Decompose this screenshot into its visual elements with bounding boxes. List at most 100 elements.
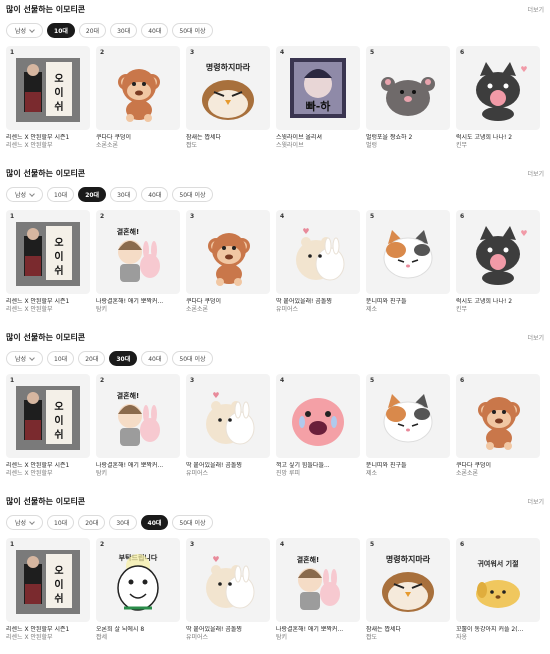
emoticon-name[interactable]: 딱 붙어있을래! 곰돌찡 bbox=[186, 626, 270, 634]
emoticon-name[interactable]: 딱 붙어있을래! 곰돌찡 bbox=[186, 462, 270, 470]
emoticon-name[interactable]: 뚠니띠와 친구들 bbox=[366, 462, 450, 470]
age-filter-chip[interactable]: 10대 bbox=[47, 515, 75, 530]
emoticon-name[interactable]: 리센느 X 안된할부 시즌1 bbox=[6, 298, 90, 306]
more-link[interactable]: 더보기 bbox=[527, 5, 544, 14]
emoticon-thumbnail[interactable]: 5 bbox=[366, 374, 450, 458]
emoticon-card[interactable]: 5 명령하지마라 참새는 짭세다 짭도 bbox=[366, 538, 450, 642]
emoticon-card[interactable]: 4 결혼해! 나랑결혼해! 애기 뽀짝커... 탐키 bbox=[276, 538, 360, 642]
emoticon-name[interactable]: 리센느 X 안된할부 시즌1 bbox=[6, 134, 90, 142]
gender-dropdown[interactable]: 남성 bbox=[6, 187, 44, 202]
emoticon-card[interactable]: 5 뚠니띠와 친구들 제소 bbox=[366, 210, 450, 314]
emoticon-name[interactable]: 럭시도 고냉희 나나! 2 bbox=[456, 134, 540, 142]
emoticon-thumbnail[interactable]: 2 결혼해! bbox=[96, 374, 180, 458]
more-link[interactable]: 더보기 bbox=[527, 333, 544, 342]
more-link[interactable]: 더보기 bbox=[527, 169, 544, 178]
emoticon-thumbnail[interactable]: 4 bbox=[276, 374, 360, 458]
emoticon-name[interactable]: 럭시도 고냉희 나나! 2 bbox=[456, 298, 540, 306]
emoticon-thumbnail[interactable]: 6 ♥ bbox=[456, 46, 540, 130]
emoticon-card[interactable]: 2 부탁드립니다 오론희 살 뇌에시 8 짭세 bbox=[96, 538, 180, 642]
age-filter-chip[interactable]: 30대 bbox=[109, 351, 138, 366]
emoticon-thumbnail[interactable]: 6 귀여워서 기절 bbox=[456, 538, 540, 622]
emoticon-card[interactable]: 1 오 이 쉬 리센느 X 안된할부 시즌1 리센느 X 안된할부 bbox=[6, 538, 90, 642]
emoticon-name[interactable]: 뚠니띠와 친구들 bbox=[366, 298, 450, 306]
emoticon-card[interactable]: 2 결혼해! 나랑결혼해! 애기 뽀짝커... 탐키 bbox=[96, 210, 180, 314]
emoticon-thumbnail[interactable]: 6 ♥ bbox=[456, 210, 540, 294]
age-filter-chip[interactable]: 30대 bbox=[109, 515, 137, 530]
age-filter-chip[interactable]: 10대 bbox=[47, 351, 75, 366]
emoticon-card[interactable]: 5 벌렁포을 짱쇼하 2 벌렁 bbox=[366, 46, 450, 150]
age-filter-chip[interactable]: 30대 bbox=[110, 187, 138, 202]
age-filter-chip[interactable]: 20대 bbox=[78, 187, 107, 202]
emoticon-name[interactable]: 참새는 짭세다 bbox=[186, 134, 270, 142]
emoticon-name[interactable]: 쿠다다 쿠덩이 bbox=[456, 462, 540, 470]
emoticon-name[interactable]: 참새는 짭세다 bbox=[366, 626, 450, 634]
emoticon-thumbnail[interactable]: 2 결혼해! bbox=[96, 210, 180, 294]
emoticon-card[interactable]: 6 ♥ 럭시도 고냉희 나나! 2 킨무 bbox=[456, 210, 540, 314]
emoticon-card[interactable]: 4 꺽고 싶기 힘들다들... 진망 루피 bbox=[276, 374, 360, 478]
emoticon-name[interactable]: 딱 붙어있을래! 곰돌찡 bbox=[276, 298, 360, 306]
age-filter-chip[interactable]: 40대 bbox=[141, 187, 169, 202]
emoticon-thumbnail[interactable]: 3 명령하지마라 bbox=[186, 46, 270, 130]
age-filter-chip[interactable]: 30대 bbox=[110, 23, 138, 38]
emoticon-name[interactable]: 오론희 살 뇌에시 8 bbox=[96, 626, 180, 634]
age-filter-chip[interactable]: 20대 bbox=[78, 351, 106, 366]
age-filter-chip[interactable]: 40대 bbox=[141, 351, 169, 366]
emoticon-card[interactable]: 1 오 이 쉬 리센느 X 안된할부 시즌1 리센느 X 안된할부 bbox=[6, 210, 90, 314]
emoticon-card[interactable]: 6 귀여워서 기절 꼬뿔이 동강아지 커플 2(... 자옹 bbox=[456, 538, 540, 642]
emoticon-card[interactable]: 6 ♥ 럭시도 고냉희 나나! 2 킨무 bbox=[456, 46, 540, 150]
emoticon-thumbnail[interactable]: 3 ♥ bbox=[186, 538, 270, 622]
emoticon-name[interactable]: 꺽고 싶기 힘들다들... bbox=[276, 462, 360, 470]
gender-dropdown[interactable]: 남성 bbox=[6, 23, 44, 38]
emoticon-name[interactable]: 리센느 X 안된할부 시즌1 bbox=[6, 462, 90, 470]
emoticon-name[interactable]: 나랑결혼해! 애기 뽀짝커... bbox=[96, 462, 180, 470]
emoticon-name[interactable]: 나랑결혼해! 애기 뽀짝커... bbox=[96, 298, 180, 306]
emoticon-name[interactable]: 꼬뿔이 동강아지 커플 2(... bbox=[456, 626, 540, 634]
emoticon-card[interactable]: 3 ♥ 딱 붙어있을래! 곰돌찡 유미어스 bbox=[186, 538, 270, 642]
emoticon-card[interactable]: 2 결혼해! 나랑결혼해! 애기 뽀짝커... 탐키 bbox=[96, 374, 180, 478]
emoticon-card[interactable]: 4 ♥ 딱 붙어있을래! 곰돌찡 유미어스 bbox=[276, 210, 360, 314]
age-filter-chip[interactable]: 50대 이상 bbox=[172, 351, 213, 366]
emoticon-card[interactable]: 4 빠-하 스윗라이브 올리셔 스윗라이브 bbox=[276, 46, 360, 150]
gender-dropdown[interactable]: 남성 bbox=[6, 351, 44, 366]
emoticon-thumbnail[interactable]: 2 bbox=[96, 46, 180, 130]
age-filter-chip[interactable]: 10대 bbox=[47, 187, 75, 202]
emoticon-name[interactable]: 쿠다다 쿠덩이 bbox=[186, 298, 270, 306]
emoticon-card[interactable]: 1 오 이 쉬 리센느 X 안된할부 시즌1 리센느 X 안된할부 bbox=[6, 374, 90, 478]
emoticon-thumbnail[interactable]: 1 오 이 쉬 bbox=[6, 46, 90, 130]
age-filter-chip[interactable]: 50대 이상 bbox=[172, 187, 213, 202]
age-filter-chip[interactable]: 40대 bbox=[141, 23, 169, 38]
age-filter-chip[interactable]: 50대 이상 bbox=[172, 23, 213, 38]
more-link[interactable]: 더보기 bbox=[527, 497, 544, 506]
emoticon-thumbnail[interactable]: 3 bbox=[186, 210, 270, 294]
emoticon-thumbnail[interactable]: 5 bbox=[366, 210, 450, 294]
emoticon-card[interactable]: 5 뚠니띠와 친구들 제소 bbox=[366, 374, 450, 478]
age-filter-chip[interactable]: 20대 bbox=[78, 23, 107, 38]
emoticon-card[interactable]: 3 쿠다다 쿠덩이 소론소론 bbox=[186, 210, 270, 314]
age-filter-chip[interactable]: 10대 bbox=[47, 23, 75, 38]
emoticon-name[interactable]: 쿠다다 쿠덩이 bbox=[96, 134, 180, 142]
emoticon-name[interactable]: 나랑결혼해! 애기 뽀짝커... bbox=[276, 626, 360, 634]
age-filter-chip[interactable]: 50대 이상 bbox=[172, 515, 213, 530]
age-filter-chip[interactable]: 20대 bbox=[78, 515, 106, 530]
emoticon-thumbnail[interactable]: 4 빠-하 bbox=[276, 46, 360, 130]
emoticon-card[interactable]: 3 명령하지마라 참새는 짭세다 짭도 bbox=[186, 46, 270, 150]
emoticon-thumbnail[interactable]: 1 오 이 쉬 bbox=[6, 374, 90, 458]
emoticon-thumbnail[interactable]: 4 ♥ bbox=[276, 210, 360, 294]
emoticon-thumbnail[interactable]: 5 명령하지마라 bbox=[366, 538, 450, 622]
emoticon-thumbnail[interactable]: 5 bbox=[366, 46, 450, 130]
emoticon-card[interactable]: 1 오 이 쉬 리센느 X 안된할부 시즌1 리센느 X 안된할부 bbox=[6, 46, 90, 150]
emoticon-name[interactable]: 벌렁포을 짱쇼하 2 bbox=[366, 134, 450, 142]
emoticon-thumbnail[interactable]: 3 ♥ bbox=[186, 374, 270, 458]
emoticon-thumbnail[interactable]: 2 부탁드립니다 bbox=[96, 538, 180, 622]
emoticon-thumbnail[interactable]: 1 오 이 쉬 bbox=[6, 538, 90, 622]
gender-dropdown[interactable]: 남성 bbox=[6, 515, 44, 530]
emoticon-name[interactable]: 리센느 X 안된할부 시즌1 bbox=[6, 626, 90, 634]
emoticon-card[interactable]: 3 ♥ 딱 붙어있을래! 곰돌찡 유미어스 bbox=[186, 374, 270, 478]
emoticon-card[interactable]: 6 쿠다다 쿠덩이 소론소론 bbox=[456, 374, 540, 478]
emoticon-thumbnail[interactable]: 6 bbox=[456, 374, 540, 458]
age-filter-chip[interactable]: 40대 bbox=[140, 515, 169, 530]
emoticon-thumbnail[interactable]: 1 오 이 쉬 bbox=[6, 210, 90, 294]
emoticon-card[interactable]: 2 쿠다다 쿠덩이 소론소론 bbox=[96, 46, 180, 150]
emoticon-thumbnail[interactable]: 4 결혼해! bbox=[276, 538, 360, 622]
emoticon-name[interactable]: 스윗라이브 올리셔 bbox=[276, 134, 360, 142]
